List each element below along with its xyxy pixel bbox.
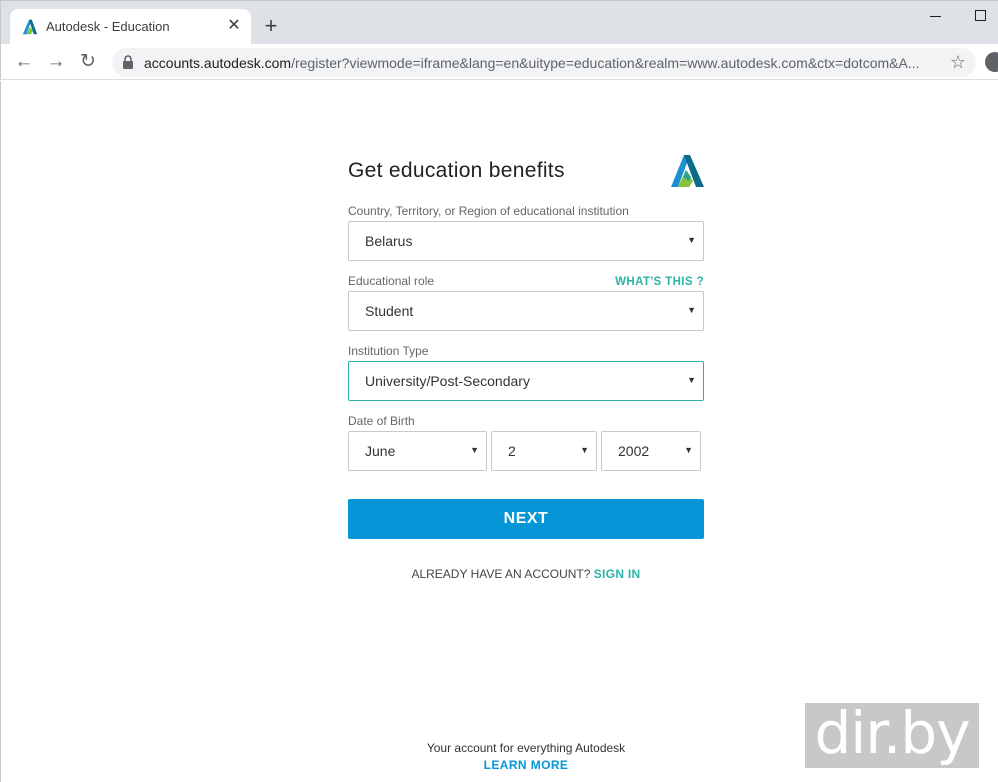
- page-content: Get education benefits Country, Territor…: [0, 81, 998, 782]
- profile-avatar-icon[interactable]: [985, 52, 998, 72]
- institution-select[interactable]: University/Post-Secondary ▼: [348, 361, 704, 401]
- page-title: Get education benefits: [348, 159, 565, 182]
- dob-day-select[interactable]: 2 ▼: [491, 431, 597, 471]
- reload-icon[interactable]: ↻: [77, 51, 99, 73]
- url-host: accounts.autodesk.com: [144, 55, 292, 71]
- next-button[interactable]: NEXT: [348, 499, 704, 539]
- url-text: accounts.autodesk.com/register?viewmode=…: [144, 55, 939, 71]
- dob-year-value: 2002: [618, 443, 650, 459]
- sign-in-prompt: ALREADY HAVE AN ACCOUNT? SIGN IN: [348, 567, 704, 581]
- lock-icon: [123, 55, 133, 69]
- chevron-down-icon: ▼: [684, 445, 693, 455]
- dob-year-select[interactable]: 2002 ▼: [601, 431, 701, 471]
- chevron-down-icon: ▼: [470, 445, 479, 455]
- chevron-down-icon: ▼: [687, 235, 696, 245]
- role-label: Educational role: [348, 274, 435, 288]
- new-tab-button[interactable]: +: [261, 15, 281, 37]
- role-select[interactable]: Student ▼: [348, 291, 704, 331]
- institution-label: Institution Type: [348, 344, 429, 358]
- browser-tab-bar: Autodesk - Education ✕ +: [0, 0, 998, 45]
- tab-title: Autodesk - Education: [46, 19, 170, 34]
- address-bar[interactable]: accounts.autodesk.com/register?viewmode=…: [112, 48, 976, 77]
- dob-label: Date of Birth: [348, 414, 415, 428]
- browser-toolbar: ← → ↻ accounts.autodesk.com/register?vie…: [0, 44, 998, 80]
- account-prompt-text: ALREADY HAVE AN ACCOUNT?: [411, 567, 591, 581]
- role-value: Student: [365, 303, 414, 319]
- watermark: dir.by: [805, 703, 979, 768]
- whats-this-link[interactable]: WHAT'S THIS ?: [615, 276, 704, 288]
- country-select[interactable]: Belarus ▼: [348, 221, 704, 261]
- minimize-window-button[interactable]: [928, 5, 944, 21]
- institution-value: University/Post-Secondary: [365, 373, 530, 389]
- autodesk-logo-icon: [671, 155, 704, 187]
- forward-arrow-icon[interactable]: →: [45, 51, 67, 73]
- back-arrow-icon[interactable]: ←: [13, 51, 35, 73]
- browser-tab[interactable]: Autodesk - Education ✕: [10, 9, 251, 45]
- url-path: /register?viewmode=iframe&lang=en&uitype…: [291, 55, 920, 71]
- bookmark-star-icon[interactable]: ☆: [950, 52, 966, 72]
- tab-close-icon[interactable]: ✕: [225, 17, 243, 35]
- dob-day-value: 2: [508, 443, 516, 459]
- autodesk-favicon-icon: [22, 19, 38, 35]
- chevron-down-icon: ▼: [687, 375, 696, 385]
- chevron-down-icon: ▼: [687, 305, 696, 315]
- maximize-window-button[interactable]: [975, 10, 986, 21]
- dob-month-select[interactable]: June ▼: [348, 431, 487, 471]
- country-value: Belarus: [365, 233, 413, 249]
- country-label: Country, Territory, or Region of educati…: [348, 204, 629, 218]
- chevron-down-icon: ▼: [580, 445, 589, 455]
- dob-month-value: June: [365, 443, 396, 459]
- sign-in-link[interactable]: SIGN IN: [594, 567, 641, 581]
